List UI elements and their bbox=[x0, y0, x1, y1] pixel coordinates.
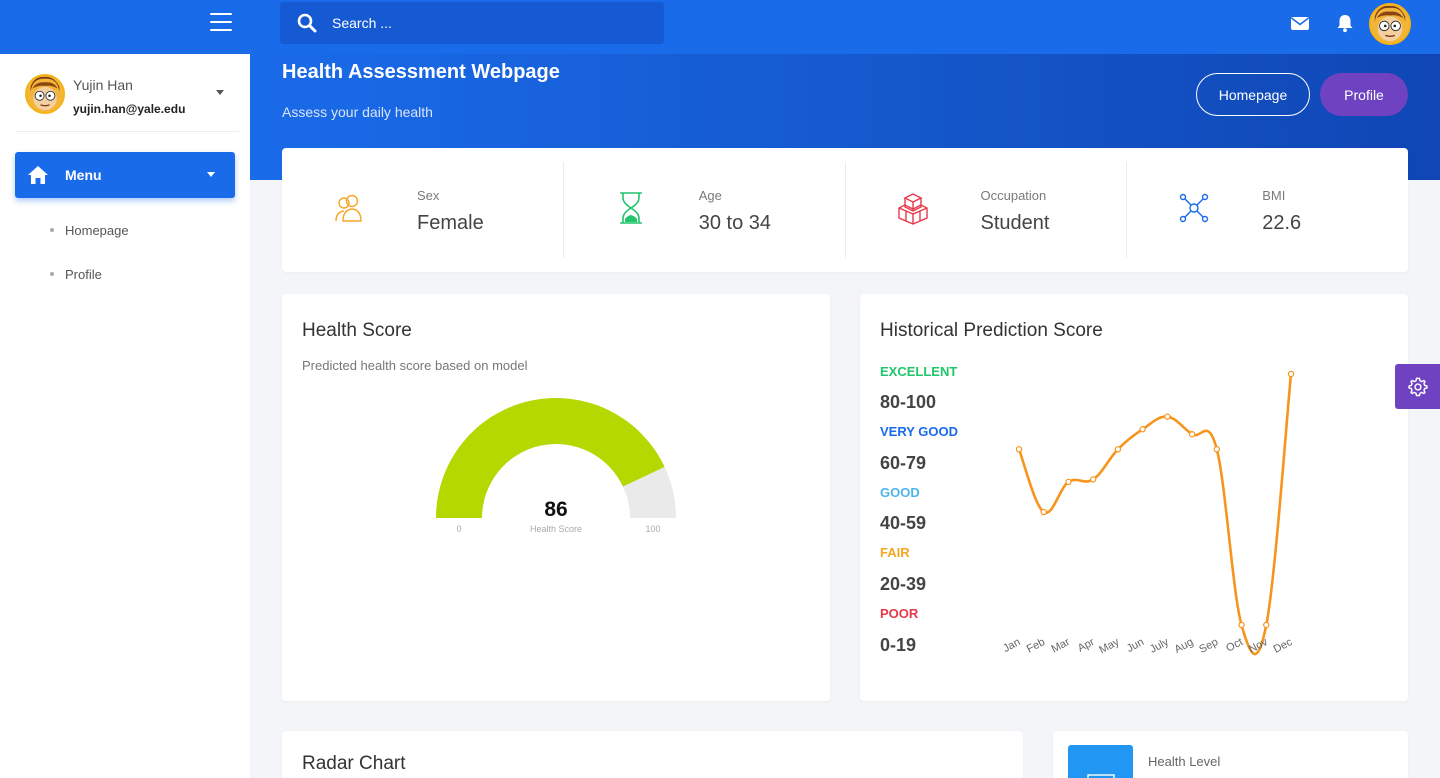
health-score-card: Health Score Predicted health score base… bbox=[282, 294, 830, 701]
avatar-face-icon bbox=[27, 76, 63, 112]
sidebar: Yujin Han yujin.han@yale.edu Menu Homepa… bbox=[0, 54, 250, 778]
sidebar-profile: Yujin Han yujin.han@yale.edu bbox=[15, 54, 239, 132]
data-point[interactable] bbox=[1188, 431, 1196, 438]
page-subtitle: Assess your daily health bbox=[282, 104, 433, 120]
data-point[interactable] bbox=[1065, 478, 1072, 486]
x-tick-label: Dec bbox=[1272, 636, 1295, 656]
x-tick-label: Feb bbox=[1025, 636, 1047, 656]
stat-value: 22.6 bbox=[1262, 212, 1302, 234]
history-card: Historical Prediction Score EXCELLENT 80… bbox=[860, 294, 1408, 701]
sidebar-avatar bbox=[25, 74, 65, 114]
data-point[interactable] bbox=[1238, 621, 1245, 629]
x-tick-label: July bbox=[1148, 636, 1171, 656]
chevron-down-icon bbox=[207, 172, 215, 177]
x-tick-label: Apr bbox=[1076, 636, 1097, 655]
stats-card: Sex Female Age 30 to 34 Occupation Stude… bbox=[282, 148, 1408, 272]
series-line bbox=[1017, 373, 1293, 656]
x-tick-label: Jan bbox=[1001, 636, 1022, 655]
profile-dropdown-caret-icon[interactable] bbox=[216, 90, 224, 95]
stat-age: Age 30 to 34 bbox=[564, 162, 846, 258]
history-line-chart: Jan Feb Mar Apr May Jun July Aug Sep Oct Nov Dec bbox=[1001, 370, 1295, 657]
gauge-value: 86 bbox=[544, 498, 567, 521]
x-tick-label: Aug bbox=[1173, 636, 1196, 656]
gauge-caption: Health Score bbox=[530, 524, 582, 534]
x-tick-label: May bbox=[1097, 636, 1121, 657]
data-point[interactable] bbox=[1015, 446, 1023, 453]
user-avatar[interactable] bbox=[1369, 3, 1411, 45]
stat-label: BMI bbox=[1262, 188, 1286, 203]
bell-icon[interactable] bbox=[1335, 13, 1355, 33]
gauge-max-label: 100 bbox=[645, 524, 660, 534]
top-navbar bbox=[0, 0, 1440, 54]
data-point[interactable] bbox=[1164, 413, 1171, 420]
bullet-icon bbox=[50, 227, 54, 232]
stat-value: Student bbox=[980, 212, 1050, 234]
stat-label: Occupation bbox=[980, 188, 1047, 203]
sidebar-item-homepage[interactable]: Homepage bbox=[50, 223, 129, 238]
stat-label: Sex bbox=[417, 188, 440, 203]
avatar-face-icon bbox=[1371, 5, 1409, 43]
stat-value: 30 to 34 bbox=[698, 212, 772, 234]
radar-chart-card: Radar Chart bbox=[282, 731, 1023, 778]
x-tick-label: Mar bbox=[1049, 636, 1072, 656]
settings-button[interactable] bbox=[1395, 364, 1440, 409]
hourglass-icon bbox=[619, 192, 642, 224]
search-input[interactable] bbox=[332, 15, 632, 31]
sidebar-menu-button[interactable]: Menu bbox=[15, 152, 235, 198]
stat-occupation: Occupation Student bbox=[846, 162, 1128, 258]
search-icon bbox=[297, 13, 317, 33]
health-level-card: Health Level bbox=[1053, 731, 1408, 778]
page-title: Health Assessment Webpage bbox=[282, 61, 560, 83]
homepage-button[interactable]: Homepage bbox=[1196, 73, 1310, 116]
hamburger-menu-icon[interactable] bbox=[210, 13, 232, 33]
boxes-icon bbox=[897, 193, 928, 225]
health-level-label: Health Level bbox=[1148, 754, 1221, 769]
sidebar-item-label: Homepage bbox=[65, 223, 129, 238]
data-point[interactable] bbox=[1040, 508, 1047, 516]
profile-button[interactable]: Profile bbox=[1320, 73, 1408, 116]
data-point[interactable] bbox=[1263, 621, 1270, 629]
user-email: yujin.han@yale.edu bbox=[73, 102, 186, 116]
data-point[interactable] bbox=[1139, 426, 1146, 433]
health-score-gauge: 86 Health Score 0 100 bbox=[436, 398, 676, 534]
radar-chart-title: Radar Chart bbox=[302, 753, 406, 774]
data-point[interactable] bbox=[1114, 446, 1122, 453]
mail-icon[interactable] bbox=[1290, 13, 1310, 33]
newspaper-icon bbox=[1087, 774, 1115, 778]
gauge-min-label: 0 bbox=[456, 524, 461, 534]
search-bar[interactable] bbox=[280, 2, 664, 44]
stat-value: Female bbox=[417, 212, 484, 234]
stat-bmi: BMI 22.6 bbox=[1127, 162, 1408, 258]
sidebar-menu-label: Menu bbox=[65, 167, 102, 183]
stat-sex: Sex Female bbox=[282, 162, 564, 258]
gear-icon bbox=[1407, 377, 1428, 396]
bullet-icon bbox=[50, 271, 54, 276]
home-icon bbox=[28, 166, 48, 184]
data-point[interactable] bbox=[1287, 370, 1295, 378]
data-point[interactable] bbox=[1089, 476, 1097, 483]
data-point[interactable] bbox=[1213, 446, 1221, 453]
health-level-tile bbox=[1068, 745, 1133, 778]
network-icon bbox=[1180, 193, 1209, 223]
x-tick-label: Sep bbox=[1197, 636, 1220, 656]
user-name: Yujin Han bbox=[73, 77, 133, 93]
sidebar-item-label: Profile bbox=[65, 267, 102, 282]
sidebar-item-profile[interactable]: Profile bbox=[50, 267, 102, 282]
users-icon bbox=[335, 194, 362, 222]
x-tick-label: Jun bbox=[1125, 636, 1146, 655]
x-tick-label: Oct bbox=[1224, 636, 1245, 655]
stat-label: Age bbox=[698, 188, 722, 203]
